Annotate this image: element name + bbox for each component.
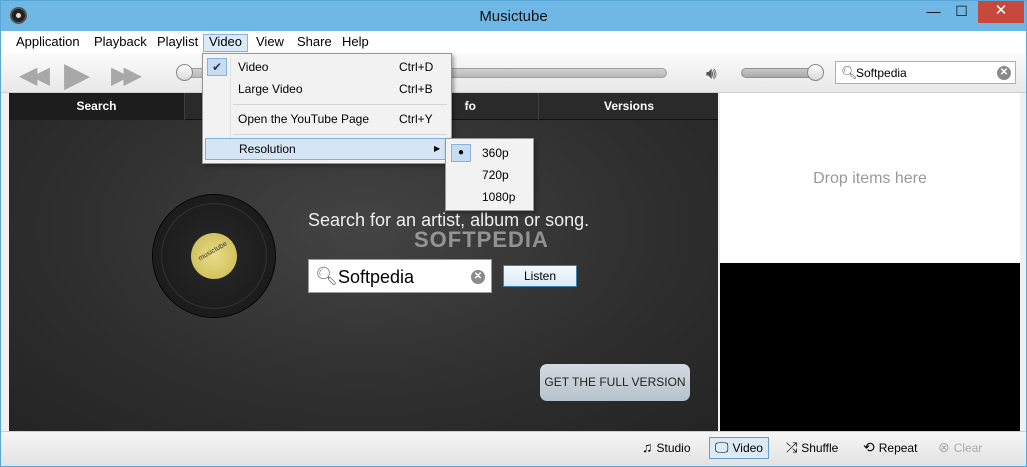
resolution-option-720p[interactable]: 720p xyxy=(448,164,532,186)
menu-item-label: Resolution xyxy=(239,142,296,156)
menu-playlist[interactable]: Playlist xyxy=(152,34,203,52)
repeat-button[interactable]: ⟲ Repeat xyxy=(858,437,922,459)
shuffle-button[interactable]: ⤮ Shuffle xyxy=(781,437,843,459)
shuffle-label: Shuffle xyxy=(801,441,839,455)
tab-search[interactable]: Search xyxy=(9,93,185,120)
toolbar-search-input[interactable] xyxy=(856,64,996,81)
toolbar-search: 🔍︎ ✕ xyxy=(835,61,1016,84)
video-label: Video xyxy=(732,441,763,455)
full-version-button[interactable]: GET THE FULL VERSION xyxy=(540,364,690,401)
clear-button[interactable]: ⊗ Clear xyxy=(933,437,987,459)
resolution-label: 360p xyxy=(482,146,509,160)
resolution-label: 720p xyxy=(482,168,509,182)
menu-share[interactable]: Share xyxy=(292,34,337,52)
menu-bar: Application Playback Playlist Video View… xyxy=(1,31,1026,53)
fast-forward-icon[interactable]: ▶▶ xyxy=(111,61,142,90)
menu-item-label: Large Video xyxy=(238,82,303,96)
menu-video[interactable]: Video xyxy=(203,34,249,52)
menu-help[interactable]: Help xyxy=(337,34,374,52)
drop-zone[interactable]: Drop items here xyxy=(720,93,1020,263)
radio-selected-icon: ● xyxy=(451,144,471,162)
resolution-option-1080p[interactable]: 1080p xyxy=(448,186,532,208)
menu-item-resolution[interactable]: Resolution ▶ xyxy=(205,138,449,160)
vinyl-label: musictube xyxy=(191,233,237,279)
checkmark-icon: ✔ xyxy=(207,58,227,76)
volume-handle[interactable] xyxy=(807,64,824,81)
clear-icon[interactable]: ✕ xyxy=(997,66,1011,80)
menu-item-shortcut: Ctrl+D xyxy=(399,60,434,74)
menu-separator xyxy=(233,134,447,135)
resolution-label: 1080p xyxy=(482,190,516,204)
repeat-label: Repeat xyxy=(878,441,918,455)
status-bar: ♫ Studio 🖵︎ Video ⤮ Shuffle ⟲ Repeat ⊗ Clear xyxy=(1,431,1026,466)
menu-view[interactable]: View xyxy=(251,34,289,52)
music-note-icon: ♫ xyxy=(642,439,653,455)
main-search-box: 🔍︎ ✕ xyxy=(308,259,492,293)
submenu-arrow-icon: ▶ xyxy=(434,144,441,153)
resolution-option-360p[interactable]: ● 360p xyxy=(448,142,532,164)
menu-item-video[interactable]: ✔ Video Ctrl+D xyxy=(205,56,449,78)
drop-zone-text: Drop items here xyxy=(813,170,927,187)
search-icon: 🔍︎ xyxy=(315,266,338,286)
seek-handle[interactable] xyxy=(176,64,193,81)
studio-label: Studio xyxy=(656,441,691,455)
clear-circle-icon: ⊗ xyxy=(938,439,950,455)
maximize-button[interactable]: ☐ xyxy=(948,1,975,23)
repeat-icon: ⟲ xyxy=(863,439,875,455)
minimize-button[interactable]: — xyxy=(920,1,947,23)
shuffle-icon: ⤮ xyxy=(786,439,798,455)
monitor-icon: 🖵︎ xyxy=(715,439,729,455)
studio-button[interactable]: ♫ Studio xyxy=(637,437,696,459)
menu-item-large-video[interactable]: Large Video Ctrl+B xyxy=(205,78,449,100)
clear-icon[interactable]: ✕ xyxy=(471,270,485,284)
close-button[interactable]: ✕ xyxy=(978,1,1024,23)
menu-application[interactable]: Application xyxy=(11,34,85,52)
menu-item-shortcut: Ctrl+B xyxy=(399,82,433,96)
app-window: Musictube — ☐ ✕ Application Playback Pla… xyxy=(0,0,1027,467)
play-icon[interactable]: ▶ xyxy=(64,55,90,95)
listen-button[interactable]: Listen xyxy=(503,265,577,287)
title-bar: Musictube — ☐ ✕ xyxy=(1,1,1026,31)
menu-item-label: Open the YouTube Page xyxy=(238,112,370,126)
tab-versions[interactable]: Versions xyxy=(540,93,718,120)
resolution-submenu: ● 360p 720p 1080p xyxy=(445,138,534,211)
video-toggle-button[interactable]: 🖵︎ Video xyxy=(709,437,769,459)
rewind-icon[interactable]: ◀◀ xyxy=(19,61,50,90)
main-search-input[interactable] xyxy=(338,266,468,288)
volume-icon[interactable]: 🔊︎ xyxy=(706,64,717,84)
menu-item-shortcut: Ctrl+Y xyxy=(399,112,433,126)
vinyl-label-text: musictube xyxy=(197,240,229,263)
window-title: Musictube xyxy=(479,8,548,25)
menu-item-open-youtube[interactable]: Open the YouTube Page Ctrl+Y xyxy=(205,108,449,130)
menu-item-label: Video xyxy=(238,60,269,74)
menu-separator xyxy=(233,104,447,105)
menu-playback[interactable]: Playback xyxy=(89,34,152,52)
vinyl-record-image: musictube xyxy=(153,195,275,317)
search-heading: Search for an artist, album or song. xyxy=(308,210,590,230)
video-player[interactable] xyxy=(720,263,1020,431)
video-menu-dropdown: ✔ Video Ctrl+D Large Video Ctrl+B Open t… xyxy=(202,53,452,164)
clear-label: Clear xyxy=(953,441,983,455)
